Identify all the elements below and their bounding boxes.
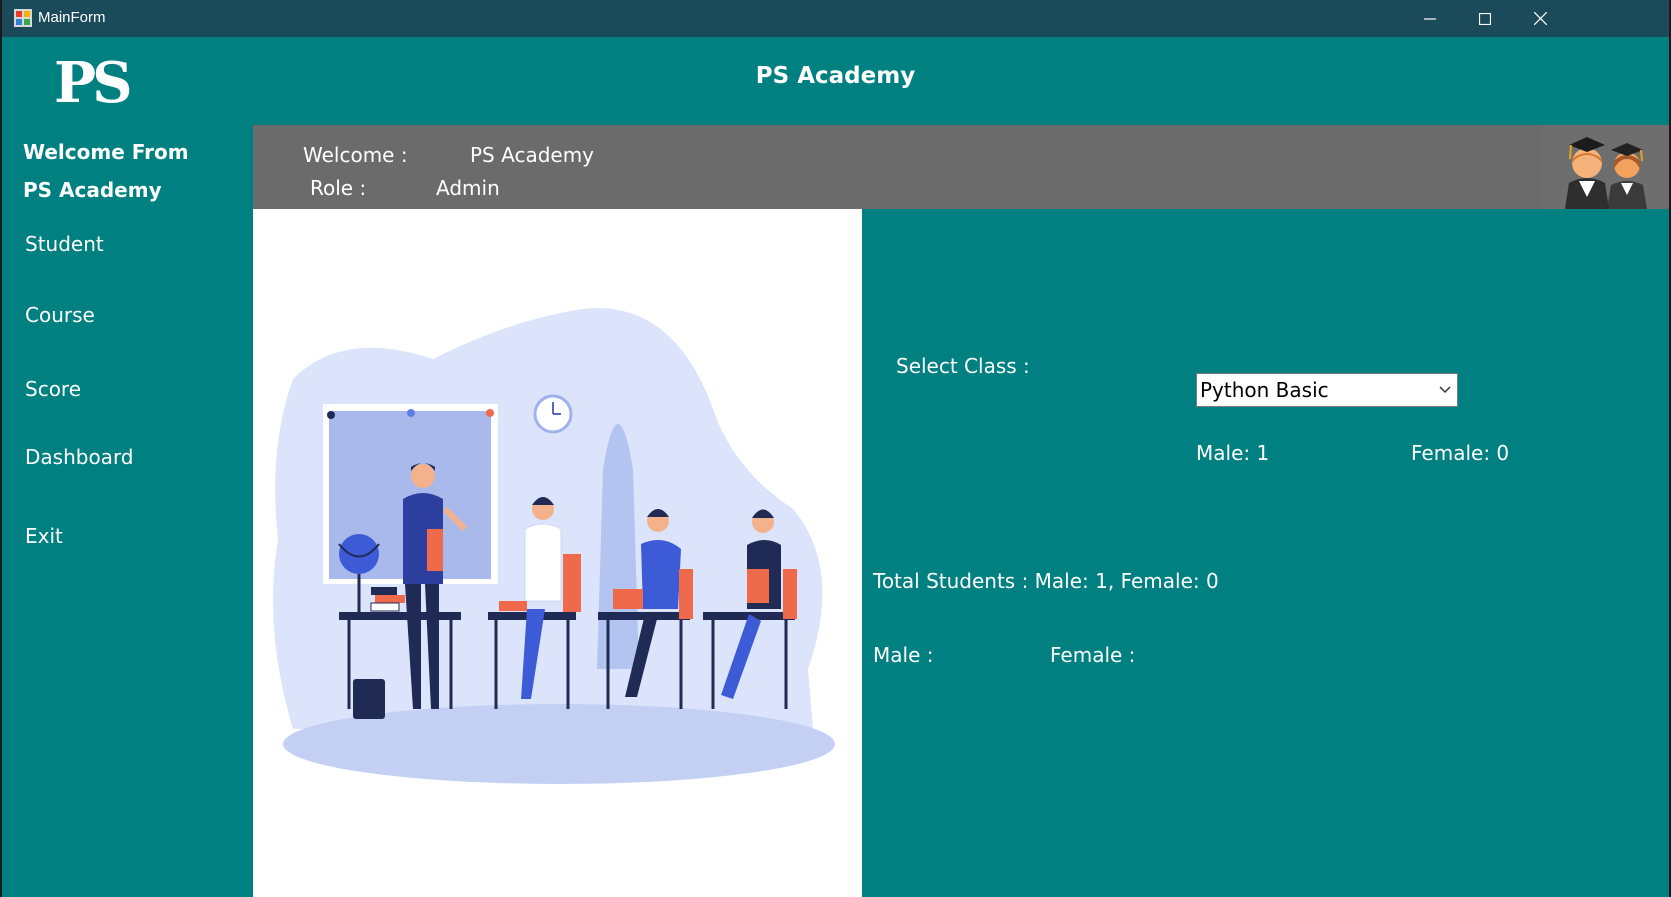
sidebar-item-score[interactable]: Score — [25, 377, 81, 401]
minimize-icon — [1424, 17, 1436, 20]
dashboard-panel: Select Class : Python Basic Male: 1 Fema… — [862, 209, 1669, 897]
user-info-bar: Welcome : PS Academy Role : Admin — [253, 125, 1669, 209]
close-icon — [1533, 12, 1547, 25]
sidebar-item-dashboard[interactable]: Dashboard — [25, 445, 134, 469]
welcome-label: Welcome : — [303, 143, 408, 167]
sidebar-welcome-line2: PS Academy — [23, 178, 162, 202]
role-value: Admin — [436, 176, 500, 200]
sidebar-item-student[interactable]: Student — [25, 232, 104, 256]
app-title: PS Academy — [755, 63, 916, 89]
sidebar-welcome-line1: Welcome From — [23, 140, 189, 164]
female-label: Female : — [1050, 643, 1136, 667]
maximize-button[interactable] — [1456, 0, 1514, 37]
class-female-count: Female: 0 — [1411, 441, 1510, 465]
app-icon — [14, 9, 32, 27]
class-select[interactable]: Python Basic — [1196, 373, 1458, 407]
sidebar: Welcome From PS Academy Student Course S… — [2, 125, 253, 897]
total-students: Total Students : Male: 1, Female: 0 — [873, 569, 1219, 593]
graduates-icon — [1565, 137, 1647, 209]
graduates-avatar — [1541, 125, 1669, 209]
chevron-down-icon — [1439, 386, 1451, 394]
role-label: Role : — [310, 176, 367, 200]
class-select-value: Python Basic — [1200, 378, 1329, 402]
maximize-icon — [1479, 12, 1491, 25]
minimize-button[interactable] — [1401, 0, 1459, 37]
classroom-illustration — [253, 209, 862, 897]
app-header: PS PS Academy — [2, 37, 1669, 125]
class-male-count: Male: 1 — [1196, 441, 1270, 465]
male-label: Male : — [873, 643, 934, 667]
close-button[interactable] — [1511, 0, 1569, 37]
select-class-label: Select Class : — [896, 354, 1030, 378]
sidebar-item-exit[interactable]: Exit — [25, 524, 63, 548]
window-title: MainForm — [38, 9, 106, 26]
welcome-value: PS Academy — [470, 143, 595, 167]
title-bar: MainForm — [2, 0, 1669, 37]
sidebar-item-course[interactable]: Course — [25, 303, 95, 327]
classroom-image — [273, 308, 835, 784]
main-window: MainForm PS PS Academy Welcome From PS A… — [2, 0, 1669, 897]
